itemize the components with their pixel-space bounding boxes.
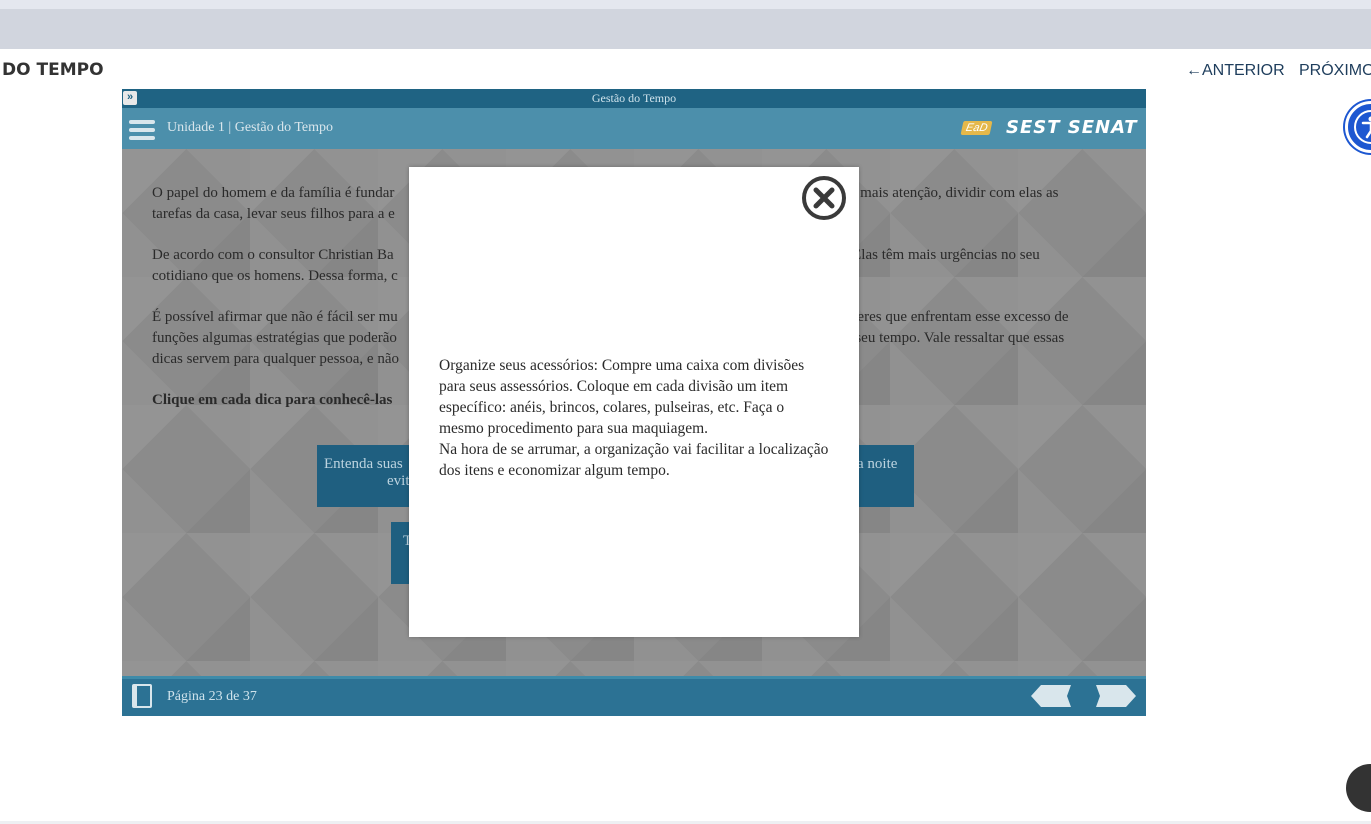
- modal-body: Organize seus acessórios: Compre uma cai…: [439, 355, 829, 481]
- player-window-title: Gestão do Tempo: [591, 91, 677, 105]
- paragraph-1-text-b: r mais atenção, dividir com elas as: [851, 185, 1059, 201]
- prev-page-arrow-icon[interactable]: [1031, 685, 1071, 707]
- previous-label: ANTERIOR: [1202, 62, 1285, 79]
- close-circle-icon[interactable]: [801, 175, 847, 221]
- paragraph-3-text-b: lheres que enfrentam esse excesso de: [845, 309, 1069, 325]
- accessibility-icon: [1354, 110, 1371, 144]
- paragraph-1-text-c: tarefas da casa, levar seus filhos para …: [152, 206, 395, 222]
- lightbulb-icon[interactable]: [1346, 764, 1371, 812]
- next-link[interactable]: PRÓXIMO: [1299, 62, 1371, 80]
- paragraph-3-text-d: e seu tempo. Vale ressaltar que essas: [844, 330, 1065, 346]
- paragraph-1-text-a: O papel do homem e da família é fundar: [152, 185, 395, 201]
- paragraph-2-text-b: . Elas têm mais urgências no seu: [844, 247, 1040, 263]
- tip-1-label-c: a noite: [857, 456, 898, 472]
- accessibility-button[interactable]: [1345, 101, 1371, 153]
- player-footer: Página 23 de 37: [122, 676, 1146, 716]
- player-header: Unidade 1 | Gestão do Tempo EaD SEST SEN…: [122, 108, 1146, 149]
- course-title: DO TEMPO: [2, 60, 104, 80]
- modal-text-2: Na hora de se arrumar, a organização vai…: [439, 441, 829, 479]
- page-counter: Página 23 de 37: [167, 689, 257, 704]
- tip-1-label-a: Entenda suas: [324, 456, 403, 472]
- unit-label: Unidade 1 | Gestão do Tempo: [167, 120, 334, 135]
- browser-top-strip: [0, 0, 1371, 9]
- next-page-arrow-icon[interactable]: [1096, 685, 1136, 707]
- paragraph-3-text-c: funções algumas estratégias que poderão: [152, 330, 397, 346]
- tip-modal: Organize seus acessórios: Compre uma cai…: [409, 167, 859, 637]
- ead-logo: EaD: [960, 121, 993, 135]
- paragraph-2-text-a: De acordo com o consultor Christian Ba: [152, 247, 394, 263]
- previous-link[interactable]: ←ANTERIOR: [1186, 62, 1285, 80]
- hamburger-menu-icon[interactable]: [129, 120, 155, 140]
- player-title-bar: » Gestão do Tempo: [122, 89, 1146, 108]
- paragraph-2-text-c: cotidiano que os homens. Dessa forma, c: [152, 268, 398, 284]
- paragraph-3-text-a: É possível afirmar que não é fácil ser m…: [152, 309, 398, 325]
- book-icon[interactable]: [132, 684, 152, 708]
- paragraph-3-text-e: dicas servem para qualquer pessoa, e não: [152, 351, 399, 367]
- sest-senat-logo: SEST SENAT: [1006, 117, 1138, 138]
- tip-1-label-b: evit: [387, 473, 410, 489]
- arrow-left-icon: ←: [1186, 62, 1202, 79]
- modal-text-1: Organize seus acessórios: Compre uma cai…: [439, 357, 805, 437]
- top-gray-bar: [0, 9, 1371, 49]
